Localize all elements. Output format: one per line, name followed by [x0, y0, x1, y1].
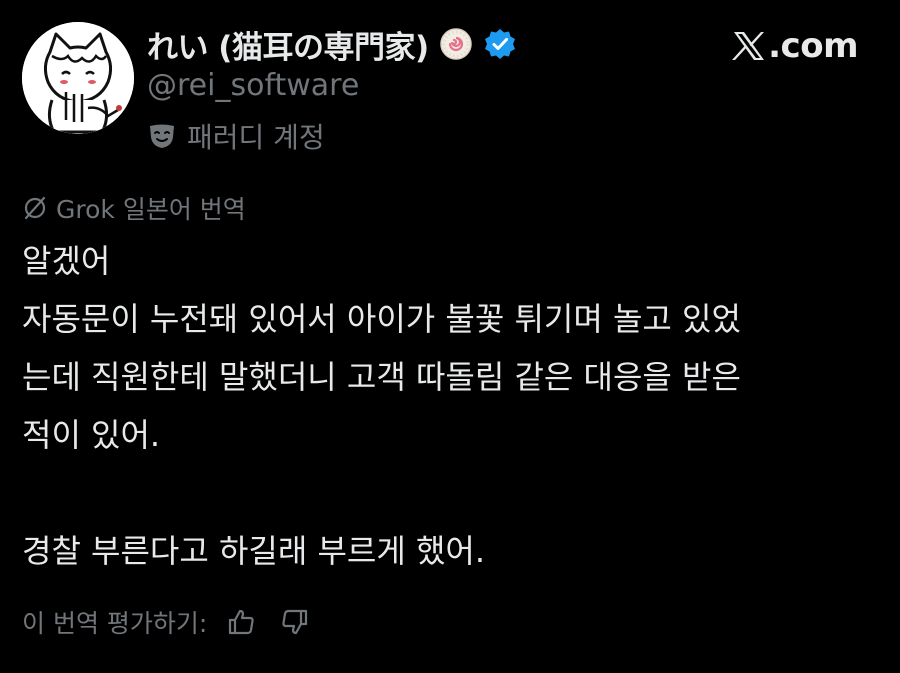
- brand-domain-text: .com: [768, 26, 858, 66]
- theater-mask-icon: [147, 123, 177, 149]
- grok-translation-row: Grok 일본어 번역: [22, 188, 246, 228]
- tweet-line: 적이 있어.: [22, 416, 161, 454]
- x-logo-icon: [732, 30, 766, 62]
- tweet-line: 자동문이 누전돼 있어서 아이가 불꽃 튀기며 놀고 있었: [22, 300, 741, 338]
- parody-account-row: 패러디 계정: [147, 114, 325, 158]
- tweet-line: 알겠어: [22, 242, 111, 280]
- thumbs-up-button[interactable]: [221, 602, 261, 642]
- verified-check-icon[interactable]: [483, 27, 517, 61]
- naruto-badge-icon: [439, 27, 473, 61]
- translation-label: Grok 일본어 번역: [56, 195, 246, 224]
- thumbs-down-button[interactable]: [275, 602, 315, 642]
- cat-ear-avatar-icon: [22, 22, 134, 134]
- tweet-text: 알겠어 자동문이 누전돼 있어서 아이가 불꽃 튀기며 놀고 있었 는데 직원한…: [22, 232, 882, 580]
- author-name-row: れい (猫耳の専門家): [147, 20, 517, 68]
- tweet-line: 는데 직원한테 말했더니 고객 따돌림 같은 대응을 받은: [22, 358, 741, 396]
- tweet-line: 경찰 부른다고 하길래 부르게 했어.: [22, 532, 486, 570]
- thumbs-up-icon: [229, 609, 254, 635]
- avatar[interactable]: [22, 22, 134, 134]
- parody-account-label: 패러디 계정: [187, 121, 325, 154]
- thumbs-down-icon: [282, 609, 308, 635]
- author-handle[interactable]: @rei_software: [147, 68, 359, 103]
- grok-icon: [22, 195, 48, 221]
- author-display-name[interactable]: れい (猫耳の専門家): [147, 22, 429, 67]
- brand-watermark: .com: [732, 22, 858, 70]
- rate-translation-label: 이 번역 평가하기:: [22, 609, 208, 638]
- translation-rating-row: 이 번역 평가하기:: [22, 600, 315, 644]
